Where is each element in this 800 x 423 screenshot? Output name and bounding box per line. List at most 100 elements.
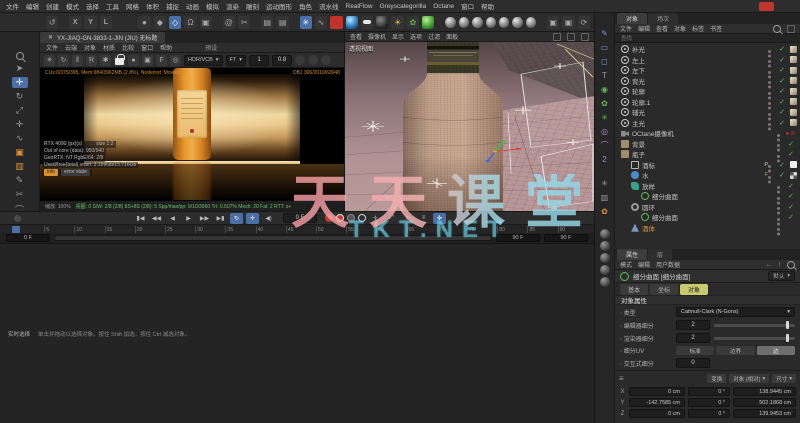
material-ball-4[interactable]: [486, 17, 496, 28]
info-badge[interactable]: info: [44, 169, 58, 176]
material-ball-6[interactable]: [512, 17, 522, 28]
visibility-toggles[interactable]: [777, 144, 780, 147]
menu-item[interactable]: 动画: [186, 1, 199, 11]
lv-exposure-field[interactable]: 1: [249, 55, 269, 66]
transform-button[interactable]: 变换: [707, 374, 726, 383]
render-subdivision-slider[interactable]: [714, 337, 795, 340]
viewport-menu-item[interactable]: 查看: [350, 32, 362, 41]
transport-button[interactable]: ▶▶: [198, 213, 211, 224]
tree-row[interactable]: 背光: [615, 76, 800, 87]
range-slider[interactable]: [54, 235, 492, 241]
material-chip[interactable]: [790, 88, 797, 95]
lv-aux-button-2[interactable]: [308, 55, 318, 65]
tree-row[interactable]: 背景: [615, 139, 800, 150]
attribute-tab[interactable]: 对象: [680, 284, 708, 295]
lv-aux-button-1[interactable]: [295, 55, 305, 65]
menu-item[interactable]: Octane: [433, 3, 454, 10]
back-arrow-icon[interactable]: ←: [766, 262, 772, 268]
lv-reset-icon[interactable]: R: [86, 55, 97, 66]
material-chip[interactable]: [790, 46, 797, 53]
enable-mark[interactable]: [776, 87, 788, 95]
object-name[interactable]: 轮廓.1: [632, 97, 766, 107]
viewport-view-label[interactable]: 透视视图: [349, 44, 373, 53]
lv-menu-item[interactable]: 文件: [46, 43, 58, 52]
mograph-cloner-icon[interactable]: ✿: [598, 97, 611, 109]
material-chip[interactable]: [790, 109, 797, 116]
octane-greenball-icon[interactable]: [422, 16, 434, 29]
enable-mark[interactable]: [776, 171, 788, 179]
om-menu-item[interactable]: 查看: [656, 24, 668, 33]
autokey-toggle[interactable]: ✛: [246, 213, 259, 224]
object-name[interactable]: 细分曲面: [652, 212, 775, 222]
visibility-toggles[interactable]: [777, 155, 780, 158]
rotate-tool[interactable]: ↻: [12, 91, 28, 102]
enable-mark[interactable]: [776, 161, 788, 169]
menu-item[interactable]: 体积: [146, 1, 159, 11]
timeline-playhead[interactable]: [12, 226, 20, 233]
rotation-field[interactable]: 0 °: [688, 387, 730, 396]
tree-row[interactable]: 轮廓.1: [615, 97, 800, 108]
object-name[interactable]: 背景: [632, 139, 775, 149]
rectangle-spline-icon[interactable]: ▭: [598, 41, 611, 53]
cube-primitive-icon[interactable]: ◻: [598, 55, 611, 67]
visibility-toggles[interactable]: [768, 50, 771, 53]
visibility-toggles[interactable]: [777, 197, 780, 200]
manager-tab[interactable]: 属性: [617, 249, 647, 260]
visibility-toggles[interactable]: [768, 102, 771, 105]
object-name[interactable]: 左下: [632, 65, 766, 75]
lv-pass-dropdown[interactable]: HDR/VCB▾: [184, 55, 223, 66]
lv-menu-item[interactable]: 窗口: [141, 43, 153, 52]
sound-toggle[interactable]: ◀): [262, 213, 275, 224]
current-frame-field[interactable]: 0 F: [283, 213, 317, 223]
position-record-toggle[interactable]: ✛: [369, 213, 382, 224]
snap-icon[interactable]: ◆: [154, 16, 166, 29]
menu-item[interactable]: 雕刻: [246, 1, 259, 11]
lv-lock-icon[interactable]: [114, 55, 125, 66]
menu-item[interactable]: 窗口: [461, 1, 474, 11]
material-chip[interactable]: [790, 77, 797, 84]
transport-button[interactable]: ▶: [182, 213, 195, 224]
enable-mark[interactable]: [785, 192, 797, 200]
menu-item[interactable]: 工具: [106, 1, 119, 11]
undo-icon[interactable]: ↺: [46, 16, 58, 29]
timeline-options-icon[interactable]: [14, 215, 21, 222]
viewport-maximize-icon[interactable]: [581, 33, 589, 41]
om-menu-item[interactable]: 对象: [674, 24, 686, 33]
uv-mode-button[interactable]: 边: [757, 346, 795, 355]
lv-gamma-field[interactable]: 0.8: [272, 55, 292, 66]
render-subdivision-field[interactable]: 2: [676, 333, 710, 343]
enable-mark[interactable]: [785, 150, 797, 158]
enable-mark[interactable]: [785, 182, 797, 190]
lock-workplane-icon[interactable]: ●: [138, 16, 150, 29]
editor-subdivision-slider[interactable]: [714, 324, 795, 327]
rotation-record-toggle[interactable]: ↻: [401, 213, 414, 224]
magnify-tool[interactable]: [12, 52, 28, 60]
transport-button[interactable]: ▮◀: [134, 213, 147, 224]
object-name[interactable]: 水: [642, 170, 763, 180]
visibility-toggles[interactable]: [768, 92, 771, 95]
material-slot-3[interactable]: [600, 253, 610, 263]
visibility-toggles[interactable]: [768, 123, 771, 126]
relative-dropdown[interactable]: 对象 (相对)▾: [729, 374, 769, 383]
render-settings-icon[interactable]: ▣: [562, 16, 574, 29]
object-name[interactable]: 左上: [632, 55, 766, 65]
viewport-menu-item[interactable]: 显示: [392, 32, 404, 41]
menu-item[interactable]: 创建: [46, 1, 59, 11]
object-name[interactable]: 背光: [632, 76, 766, 86]
om-menu-item[interactable]: 编辑: [638, 24, 650, 33]
text-object-icon[interactable]: T: [598, 69, 611, 81]
lv-menu-item[interactable]: 帮助: [160, 43, 172, 52]
move-tool[interactable]: ✛: [12, 77, 28, 88]
visibility-toggles[interactable]: [768, 165, 771, 168]
object-name[interactable]: 补光: [632, 44, 766, 54]
object-name[interactable]: 细分曲面: [652, 191, 775, 201]
tree-row[interactable]: 主光: [615, 118, 800, 129]
visibility-toggles[interactable]: [768, 176, 771, 179]
enable-mark[interactable]: [776, 45, 788, 53]
menu-item[interactable]: 渲染: [226, 1, 239, 11]
modeling-axis-icon[interactable]: @: [223, 16, 235, 29]
deformer-2-icon[interactable]: 2: [598, 153, 611, 165]
viewport-menu-item[interactable]: 摄像机: [368, 32, 386, 41]
curve-tool[interactable]: ∿: [12, 133, 28, 144]
menu-item[interactable]: 模拟: [206, 1, 219, 11]
